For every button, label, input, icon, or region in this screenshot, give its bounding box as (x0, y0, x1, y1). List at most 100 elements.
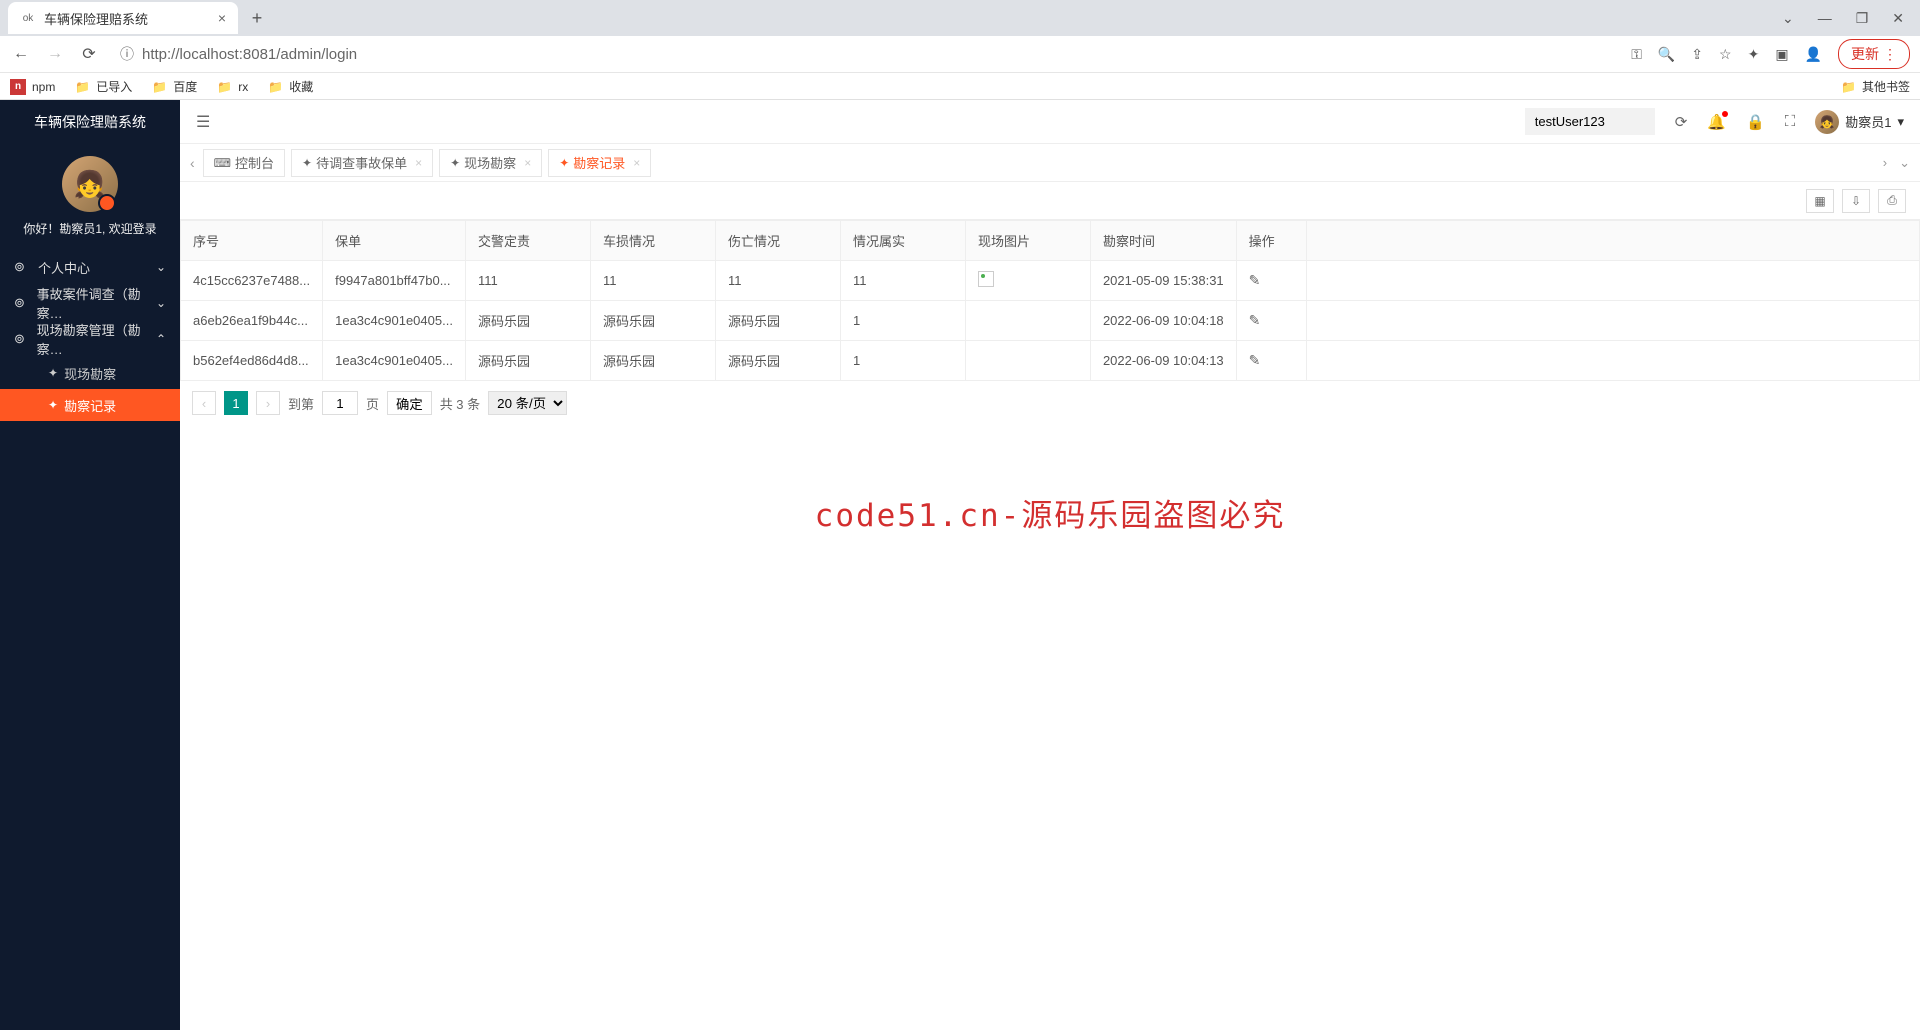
key-icon[interactable]: ⚿ (1631, 46, 1642, 63)
lock-icon[interactable]: 🔒 (1746, 113, 1765, 131)
bookmark-npm[interactable]: nnpm (10, 79, 55, 95)
url-text: http://localhost:8081/admin/login (142, 46, 357, 63)
star-icon[interactable]: ☆ (1719, 46, 1732, 63)
user-dropdown[interactable]: 👧 勘察员1 ▾ (1815, 110, 1904, 134)
cell-action: ✎ (1236, 261, 1306, 301)
per-page-select[interactable]: 20 条/页 (488, 391, 567, 415)
cell-seq: 4c15cc6237e7488... (181, 261, 323, 301)
sidebar-item-survey[interactable]: ⊚ 现场勘察管理（勘察… ⌃ (0, 321, 180, 357)
close-icon[interactable]: × (218, 10, 226, 26)
cell-truth: 11 (840, 261, 965, 301)
minimize-icon[interactable]: — (1818, 10, 1832, 27)
chevron-up-icon: ⌃ (156, 332, 166, 346)
avatar-block: 👧 你好！勘察员1, 欢迎登录 (0, 144, 180, 249)
share-icon[interactable]: ⇪ (1691, 46, 1703, 63)
maximize-icon[interactable]: ❐ (1856, 10, 1869, 27)
edit-icon[interactable]: ✎ (1249, 272, 1261, 288)
reload-icon[interactable]: ⟳ (78, 44, 100, 64)
forward-icon[interactable]: → (44, 45, 66, 63)
menu-toggle-icon[interactable]: ☰ (196, 112, 210, 132)
th-order: 保单 (323, 221, 466, 261)
tab-menu-icon[interactable]: ⌄ (1899, 155, 1910, 171)
url-field[interactable]: ⓘ http://localhost:8081/admin/login (112, 44, 1619, 64)
topbar: ☰ ⟳ 🔔 🔒 ⛶ 👧 勘察员1 ▾ (180, 100, 1920, 144)
browser-tabs-strip: ok 车辆保险理赔系统 × + ⌄ — ❐ ✕ (0, 0, 1920, 36)
export-button[interactable]: ⇩ (1842, 189, 1870, 213)
tab-next-icon[interactable]: › (1883, 155, 1887, 171)
browser-chrome: ok 车辆保险理赔系统 × + ⌄ — ❐ ✕ ← → ⟳ ⓘ http://l… (0, 0, 1920, 100)
sidebar-item-case[interactable]: ⊚ 事故案件调查（勘察… ⌄ (0, 285, 180, 321)
close-window-icon[interactable]: ✕ (1892, 10, 1904, 27)
cell-truth: 1 (840, 301, 965, 341)
avatar[interactable]: 👧 (62, 156, 118, 212)
console-icon: ⌨ (214, 156, 231, 170)
toolbar: ▦ ⇩ ⎙ (180, 182, 1920, 220)
sidebar-item-profile[interactable]: ⊚ 个人中心 ⌄ (0, 249, 180, 285)
circle-icon: ⊚ (14, 295, 29, 311)
profile-icon[interactable]: 👤 (1805, 46, 1822, 63)
zoom-icon[interactable]: 🔍 (1658, 46, 1675, 63)
cell-spacer (1306, 301, 1919, 341)
folder-icon: 📁 (152, 80, 167, 94)
edit-icon[interactable]: ✎ (1249, 312, 1261, 328)
cell-seq: b562ef4ed86d4d8... (181, 341, 323, 381)
cell-time: 2022-06-09 10:04:18 (1090, 301, 1236, 341)
fullscreen-icon[interactable]: ⛶ (1785, 113, 1796, 130)
th-resp: 交警定责 (465, 221, 590, 261)
tab-console[interactable]: ⌨ 控制台 (203, 149, 285, 177)
update-button[interactable]: 更新 ⋮ (1838, 39, 1910, 69)
page-prev-button[interactable]: ‹ (192, 391, 216, 415)
submenu-onsite[interactable]: ✦ 现场勘察 (0, 357, 180, 389)
close-icon[interactable]: × (415, 156, 422, 170)
extensions-icon[interactable]: ✦ (1748, 46, 1760, 63)
cell-resp: 111 (465, 261, 590, 301)
circle-icon: ⊚ (14, 331, 29, 347)
bookmark-imported[interactable]: 📁已导入 (75, 78, 132, 95)
cell-action: ✎ (1236, 301, 1306, 341)
hand-icon: ✦ (48, 366, 58, 380)
submenu-record[interactable]: ✦ 勘察记录 (0, 389, 180, 421)
folder-icon: 📁 (75, 80, 90, 94)
tab-title: 车辆保险理赔系统 (44, 9, 148, 28)
chevron-down-icon[interactable]: ⌄ (1782, 10, 1794, 27)
page-next-button[interactable]: › (256, 391, 280, 415)
close-icon[interactable]: × (524, 156, 531, 170)
hand-icon: ✦ (48, 398, 58, 412)
table-row: a6eb26ea1f9b44c...1ea3c4c901e0405...源码乐园… (181, 301, 1920, 341)
bookmark-rx[interactable]: 📁rx (217, 80, 248, 94)
bell-icon[interactable]: 🔔 (1707, 113, 1726, 131)
folder-icon: 📁 (217, 80, 232, 94)
broken-image-icon[interactable] (978, 271, 994, 287)
cell-damage: 源码乐园 (590, 301, 715, 341)
confirm-button[interactable]: 确定 (387, 391, 432, 415)
tab-record[interactable]: ✦ 勘察记录 × (548, 149, 651, 177)
panel-icon[interactable]: ▣ (1775, 46, 1788, 63)
print-button[interactable]: ⎙ (1878, 189, 1906, 213)
hand-icon: ✦ (450, 156, 460, 170)
cell-damage: 11 (590, 261, 715, 301)
new-tab-button[interactable]: + (242, 3, 272, 33)
more-icon: ⋮ (1883, 46, 1897, 63)
columns-button[interactable]: ▦ (1806, 189, 1834, 213)
page-number-button[interactable]: 1 (224, 391, 248, 415)
info-icon[interactable]: ⓘ (120, 44, 134, 64)
th-truth: 情况属实 (840, 221, 965, 261)
tab-onsite[interactable]: ✦ 现场勘察 × (439, 149, 542, 177)
bookmark-baidu[interactable]: 📁百度 (152, 78, 197, 95)
tab-prev-icon[interactable]: ‹ (190, 155, 195, 171)
page-input[interactable] (322, 391, 358, 415)
watermark: code51.cn-源码乐园盗图必究 (815, 490, 1286, 535)
back-icon[interactable]: ← (10, 45, 32, 63)
tab-pending[interactable]: ✦ 待调查事故保单 × (291, 149, 433, 177)
close-icon[interactable]: × (633, 156, 640, 170)
bookmark-fav[interactable]: 📁收藏 (268, 78, 313, 95)
cell-order: 1ea3c4c901e0405... (323, 301, 466, 341)
refresh-icon[interactable]: ⟳ (1675, 113, 1688, 131)
browser-tab[interactable]: ok 车辆保险理赔系统 × (8, 2, 238, 34)
search-input[interactable] (1525, 108, 1655, 135)
other-bookmarks[interactable]: 📁其他书签 (1841, 78, 1910, 95)
cell-image (965, 301, 1090, 341)
hand-icon: ✦ (302, 156, 312, 170)
cell-injury: 源码乐园 (715, 301, 840, 341)
edit-icon[interactable]: ✎ (1249, 352, 1261, 368)
